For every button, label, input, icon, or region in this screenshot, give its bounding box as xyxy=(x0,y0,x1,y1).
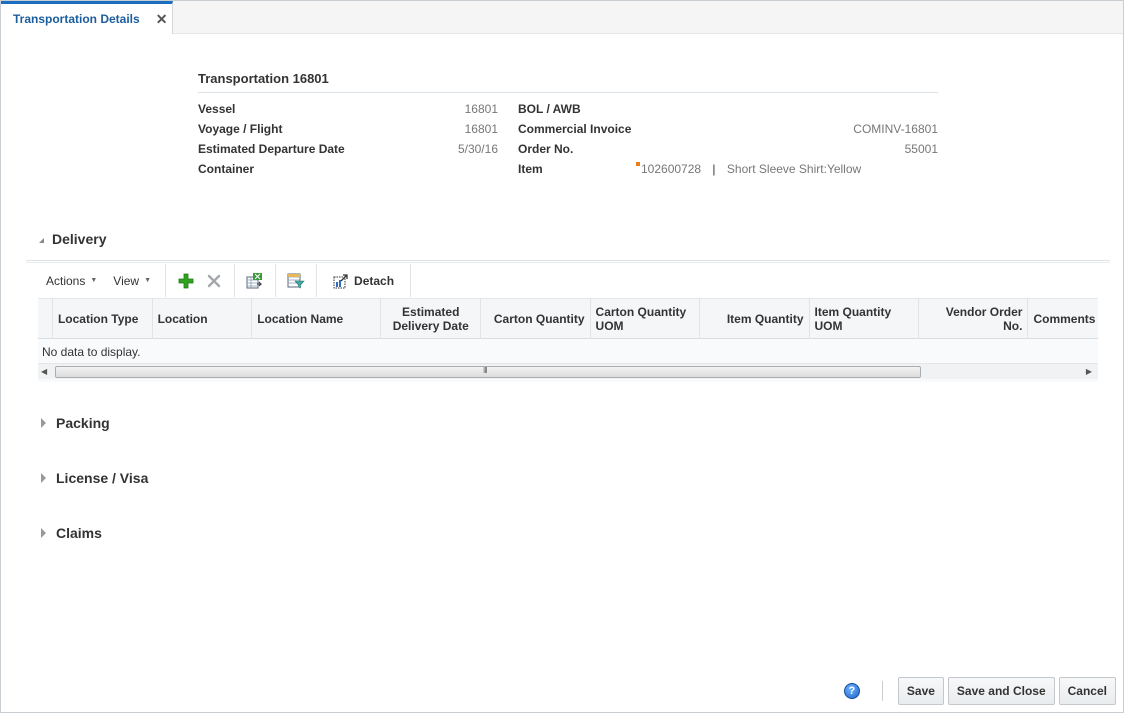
scroll-left-icon[interactable]: ◀ xyxy=(41,367,47,376)
add-icon[interactable] xyxy=(172,269,200,293)
row-selector-column xyxy=(38,299,53,339)
field-value: 102600728 | Short Sleeve Shirt:Yellow xyxy=(636,159,861,179)
transportation-header: Transportation 16801 Vessel 16801 Voyage… xyxy=(198,71,938,183)
detach-label: Detach xyxy=(354,273,395,288)
expand-icon xyxy=(41,528,46,538)
cancel-button[interactable]: Cancel xyxy=(1058,677,1116,705)
tab-bar: Transportation Details ✕ xyxy=(1,1,1123,34)
toolbar-separator xyxy=(234,264,236,297)
toolbar-separator xyxy=(410,264,412,297)
tab-transportation-details[interactable]: Transportation Details ✕ xyxy=(1,1,173,34)
section-license-visa-header[interactable]: License / Visa xyxy=(39,470,148,486)
tab-label: Transportation Details xyxy=(13,12,140,26)
field-voyage-flight: Voyage / Flight 16801 xyxy=(198,119,498,139)
field-vessel: Vessel 16801 xyxy=(198,99,498,119)
expand-icon xyxy=(41,418,46,428)
field-value: COMINV-16801 xyxy=(853,122,938,136)
section-claims-header[interactable]: Claims xyxy=(39,525,102,541)
field-commercial-invoice: Commercial Invoice COMINV-16801 xyxy=(518,119,938,139)
horizontal-scrollbar[interactable]: ◀ III ▶ xyxy=(38,363,1098,379)
field-estimated-departure-date: Estimated Departure Date 5/30/16 xyxy=(198,139,498,159)
column-header[interactable]: Carton Quantity UOM xyxy=(591,299,701,339)
scroll-right-icon[interactable]: ▶ xyxy=(1086,367,1092,376)
footer-actions: ? Save Save and Close Cancel xyxy=(843,677,1116,705)
field-label: Commercial Invoice xyxy=(518,122,632,136)
column-header[interactable]: Location Name xyxy=(252,299,382,339)
column-header[interactable]: Vendor Order No. xyxy=(919,299,1029,339)
section-delivery-header[interactable]: Delivery xyxy=(39,231,106,247)
field-value: 5/30/16 xyxy=(457,142,498,156)
empty-table-message: No data to display. xyxy=(42,345,141,359)
field-label: Voyage / Flight xyxy=(198,122,283,136)
item-description: Short Sleeve Shirt:Yellow xyxy=(726,162,862,176)
scrollbar-thumb[interactable]: III xyxy=(55,366,921,378)
toolbar-separator xyxy=(165,264,167,297)
detach-button[interactable]: Detach xyxy=(323,273,404,289)
export-excel-icon[interactable] xyxy=(241,269,269,293)
column-header[interactable]: Comments xyxy=(1028,299,1098,339)
delivery-toolbar: Actions ▼ View ▼ Detach xyxy=(38,264,420,297)
column-header[interactable]: Estimated Delivery Date xyxy=(381,299,482,339)
query-filter-icon[interactable] xyxy=(282,269,310,293)
grip-icon: III xyxy=(483,366,488,375)
close-icon[interactable]: ✕ xyxy=(156,11,168,28)
help-icon[interactable]: ? xyxy=(843,683,860,699)
item-number: 102600728 xyxy=(641,162,702,176)
field-label: Vessel xyxy=(198,102,236,116)
page-title: Transportation 16801 xyxy=(198,71,938,93)
chevron-down-icon: ▼ xyxy=(144,277,152,284)
field-label: BOL / AWB xyxy=(518,102,581,116)
view-label: View xyxy=(113,273,140,288)
field-item: Item 102600728 | Short Sleeve Shirt:Yell… xyxy=(518,159,938,179)
actions-menu[interactable]: Actions ▼ xyxy=(38,274,105,288)
field-label: Estimated Departure Date xyxy=(198,142,345,156)
actions-label: Actions xyxy=(46,273,86,288)
field-bol-awb: BOL / AWB xyxy=(518,99,938,119)
section-divider xyxy=(26,260,1110,263)
toolbar-separator xyxy=(275,264,277,297)
save-and-close-button[interactable]: Save and Close xyxy=(947,677,1055,705)
field-label: Order No. xyxy=(518,142,574,156)
field-order-no: Order No. 55001 xyxy=(518,139,938,159)
delivery-table: Location Type Location Location Name Est… xyxy=(38,298,1098,382)
field-value: 55001 xyxy=(904,142,938,156)
expand-icon xyxy=(41,473,46,483)
column-header[interactable]: Location xyxy=(153,299,253,339)
field-label: Container xyxy=(198,162,255,176)
section-title: License / Visa xyxy=(56,470,149,486)
save-button[interactable]: Save xyxy=(897,677,944,705)
section-title: Claims xyxy=(56,525,102,541)
section-title: Packing xyxy=(56,415,110,431)
footer-separator xyxy=(881,681,883,701)
column-header[interactable]: Location Type xyxy=(53,299,153,339)
view-menu[interactable]: View ▼ xyxy=(105,274,159,288)
item-marker-icon xyxy=(636,162,640,166)
item-separator: | xyxy=(712,162,716,176)
chevron-down-icon: ▼ xyxy=(90,277,98,284)
column-header[interactable]: Carton Quantity xyxy=(481,299,591,339)
column-header[interactable]: Item Quantity xyxy=(700,299,810,339)
section-title: Delivery xyxy=(52,231,107,247)
field-value: 16801 xyxy=(464,122,498,136)
field-value: 16801 xyxy=(464,102,498,116)
field-label: Item xyxy=(518,162,543,176)
toolbar-separator xyxy=(316,264,318,297)
column-header[interactable]: Item Quantity UOM xyxy=(810,299,919,339)
collapse-icon xyxy=(39,237,44,243)
detach-icon xyxy=(333,273,348,288)
delete-icon[interactable] xyxy=(200,269,228,293)
section-packing-header[interactable]: Packing xyxy=(39,415,110,431)
table-header: Location Type Location Location Name Est… xyxy=(38,298,1098,339)
field-container: Container xyxy=(198,159,498,179)
